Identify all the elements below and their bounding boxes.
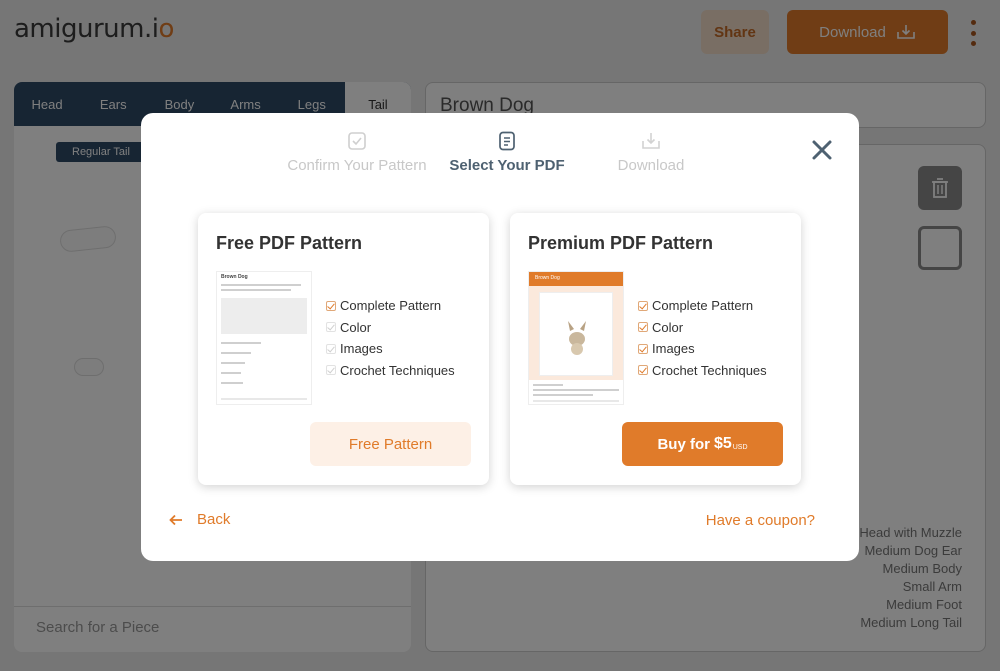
buy-premium-button[interactable]: Buy for $5 USD xyxy=(622,422,783,466)
list-item: Crochet Techniques xyxy=(638,360,767,382)
premium-pdf-card: Premium PDF Pattern Brown Dog Complete P… xyxy=(510,213,801,485)
free-pdf-card: Free PDF Pattern Brown Dog Complete Patt… xyxy=(198,213,489,485)
buy-label: Buy for xyxy=(657,435,710,453)
close-icon[interactable] xyxy=(811,139,833,161)
feature-label: Color xyxy=(340,319,372,335)
free-pattern-button[interactable]: Free Pattern xyxy=(310,422,471,466)
list-item: Color xyxy=(638,317,767,339)
feature-label: Images xyxy=(652,341,695,357)
step-label: Confirm Your Pattern xyxy=(287,157,427,174)
checkmark-icon xyxy=(638,300,648,311)
step-confirm-pattern[interactable]: Confirm Your Pattern xyxy=(287,131,427,174)
feature-list: Complete Pattern Color Images Crochet Te… xyxy=(326,295,455,381)
feature-label: Complete Pattern xyxy=(340,298,442,314)
checkmark-icon xyxy=(638,322,648,333)
feature-list: Complete Pattern Color Images Crochet Te… xyxy=(638,295,767,381)
download-modal: Confirm Your Pattern Select Your PDF Dow… xyxy=(141,113,859,561)
list-item: Color xyxy=(326,317,455,339)
document-icon xyxy=(499,131,515,151)
list-item: Images xyxy=(326,338,455,360)
list-item: Complete Pattern xyxy=(638,295,767,317)
checkmark-icon xyxy=(326,322,336,333)
step-label: Select Your PDF xyxy=(449,157,565,174)
arrow-left-icon xyxy=(169,514,182,525)
dog-photo xyxy=(539,292,613,376)
feature-label: Crochet Techniques xyxy=(652,362,767,378)
price: $5 xyxy=(713,435,732,452)
download-icon xyxy=(642,133,660,149)
feature-label: Color xyxy=(652,319,684,335)
feature-label: Crochet Techniques xyxy=(340,362,455,378)
coupon-link[interactable]: Have a coupon? xyxy=(706,512,815,529)
checkmark-icon xyxy=(326,365,336,376)
back-button[interactable]: Back xyxy=(169,511,230,528)
feature-label: Complete Pattern xyxy=(652,298,754,314)
list-item: Crochet Techniques xyxy=(326,360,455,382)
checkbox-icon xyxy=(348,132,366,150)
step-label: Download xyxy=(617,157,685,174)
pdf-preview-title: Brown Dog xyxy=(535,275,560,281)
checkmark-icon xyxy=(326,300,336,311)
step-select-pdf[interactable]: Select Your PDF xyxy=(441,131,573,174)
currency: USD xyxy=(732,443,748,451)
step-download[interactable]: Download xyxy=(587,131,715,174)
list-item: Images xyxy=(638,338,767,360)
pdf-preview-title: Brown Dog xyxy=(221,274,248,280)
feature-label: Images xyxy=(340,341,383,357)
card-title: Premium PDF Pattern xyxy=(528,233,714,253)
premium-pdf-preview: Brown Dog xyxy=(528,271,624,405)
back-label: Back xyxy=(197,511,231,528)
checkmark-icon xyxy=(326,343,336,354)
free-pdf-preview: Brown Dog xyxy=(216,271,312,405)
card-title: Free PDF Pattern xyxy=(216,233,363,253)
checkmark-icon xyxy=(638,365,648,376)
checkmark-icon xyxy=(638,343,648,354)
list-item: Complete Pattern xyxy=(326,295,455,317)
